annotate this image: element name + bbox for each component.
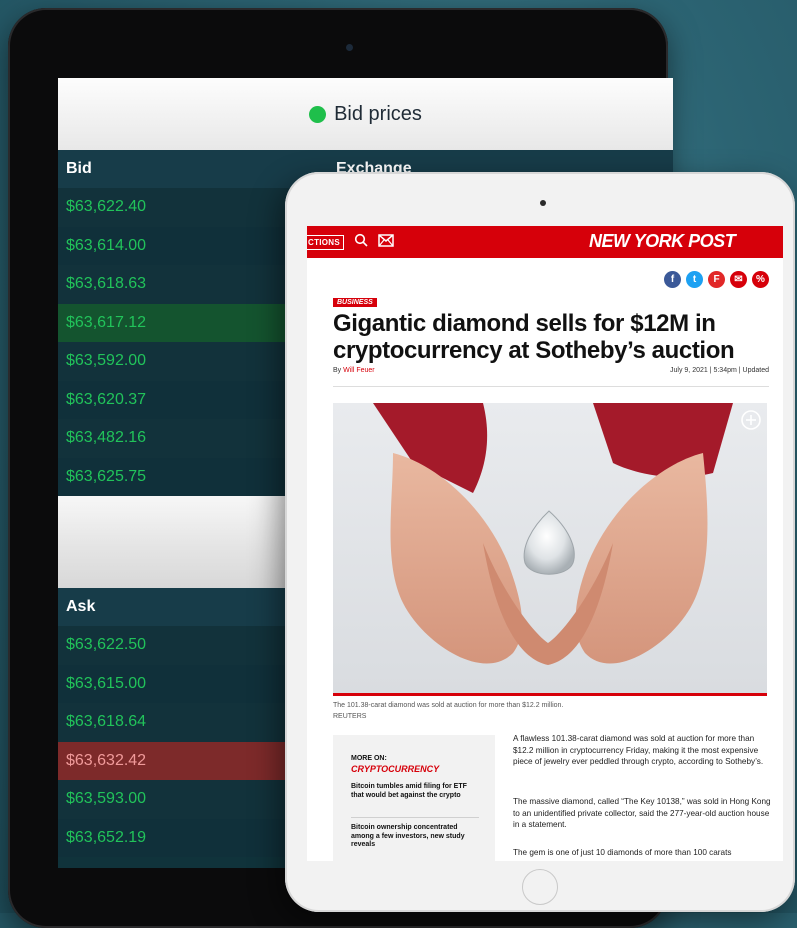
photo-credit: REUTERS: [333, 713, 367, 720]
flipboard-icon[interactable]: F: [708, 271, 725, 288]
related-article-link[interactable]: Bitcoin ownership concentrated among a f…: [351, 824, 481, 850]
camera: [540, 200, 546, 206]
bid-column-header: Bid: [66, 160, 92, 177]
status-dot-icon: [309, 105, 327, 123]
photo-caption: The 101.38-carat diamond was sold at auc…: [333, 700, 563, 722]
diamond-hands-image: [333, 403, 767, 693]
dateline: July 9, 2021 | 5:34pm | Updated: [670, 367, 769, 374]
email-icon[interactable]: ✉: [730, 271, 747, 288]
search-icon[interactable]: [354, 233, 368, 251]
bid-prices-title: Bid prices: [334, 102, 422, 125]
article-paragraph: The massive diamond, called “The Key 101…: [513, 797, 771, 829]
byline: By Will Feuer: [333, 367, 375, 374]
photo-accent-bar: [333, 693, 767, 696]
article-paragraph: The gem is one of just 10 diamonds of mo…: [513, 848, 732, 857]
link-icon[interactable]: %: [752, 271, 769, 288]
twitter-icon[interactable]: t: [686, 271, 703, 288]
section-tag[interactable]: BUSINESS: [333, 298, 377, 307]
related-article-link[interactable]: Bitcoin tumbles amid filing for ETF that…: [351, 783, 481, 800]
divider: [333, 386, 769, 387]
article-paragraph: A flawless 101.38-carat diamond was sold…: [513, 734, 764, 766]
bid-prices-header: Bid prices: [58, 78, 673, 150]
article-photo[interactable]: [333, 403, 767, 693]
nyp-logo[interactable]: NEW YORK POST: [589, 231, 736, 252]
front-tablet: CTIONS NEW YORK POST f t F ✉ % BUSINESS …: [285, 172, 795, 912]
more-on-label: MORE ON:: [351, 755, 387, 762]
sections-button[interactable]: CTIONS: [307, 234, 345, 250]
facebook-icon[interactable]: f: [664, 271, 681, 288]
camera: [346, 44, 353, 51]
caption-text: The 101.38-carat diamond was sold at auc…: [333, 702, 564, 709]
more-on-box: MORE ON: CRYPTOCURRENCY Bitcoin tumbles …: [333, 735, 495, 861]
article-screen: CTIONS NEW YORK POST f t F ✉ % BUSINESS …: [307, 226, 783, 861]
mail-icon[interactable]: [378, 233, 394, 251]
divider: [351, 817, 479, 818]
more-on-topic[interactable]: CRYPTOCURRENCY: [351, 764, 439, 774]
byline-prefix: By: [333, 367, 344, 374]
home-button[interactable]: [522, 869, 558, 905]
article-headline: Gigantic diamond sells for $12M in crypt…: [333, 310, 735, 364]
share-bar: f t F ✉ %: [664, 271, 769, 288]
nyp-navbar: CTIONS NEW YORK POST: [307, 226, 783, 258]
author-link[interactable]: Will Feuer: [343, 367, 375, 374]
